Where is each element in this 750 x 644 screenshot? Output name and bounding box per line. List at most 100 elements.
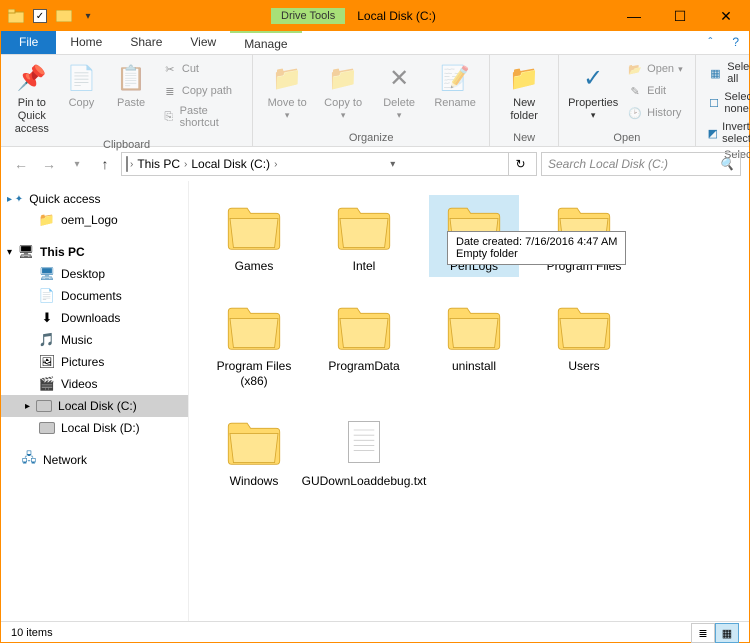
- copy-path-button[interactable]: ≣Copy path: [158, 81, 244, 101]
- history-icon: 🕑: [627, 105, 643, 121]
- search-icon[interactable]: 🔍: [719, 157, 734, 171]
- folder-icon: [332, 199, 396, 255]
- item-intel[interactable]: Intel: [319, 195, 409, 277]
- item-programdata[interactable]: ProgramData: [319, 295, 409, 392]
- ribbon: 📌Pin to Quick access 📄Copy 📋Paste ✂Cut ≣…: [1, 55, 749, 147]
- status-bar: 10 items ≣ ▦: [1, 621, 749, 644]
- help-button[interactable]: ?: [722, 31, 749, 54]
- path-icon: ≣: [162, 83, 178, 99]
- content-area[interactable]: GamesIntelPerfLogsProgram FilesProgram F…: [189, 181, 749, 621]
- nav-local-disk-c[interactable]: ▸Local Disk (C:): [1, 395, 188, 417]
- refresh-button[interactable]: ↻: [508, 153, 532, 175]
- tab-file[interactable]: File: [1, 31, 56, 54]
- edit-icon: ✎: [627, 83, 643, 99]
- item-gudownloaddebug-txt[interactable]: GUDownLoaddebug.txt: [319, 410, 409, 492]
- music-icon: 🎵: [39, 332, 55, 348]
- qat-dropdown[interactable]: ▾: [77, 5, 99, 27]
- file-icon: [332, 414, 396, 470]
- nav-music[interactable]: 🎵Music: [1, 329, 188, 351]
- item-label: Windows: [230, 474, 279, 488]
- properties-button[interactable]: ✓Properties▾: [567, 59, 619, 121]
- move-to-button[interactable]: 📁Move to▾: [261, 59, 313, 121]
- selectnone-icon: ☐: [708, 95, 721, 111]
- item-program-files-x86-[interactable]: Program Files (x86): [209, 295, 299, 392]
- invert-selection-button[interactable]: ◩Invert selection: [704, 119, 750, 147]
- item-games[interactable]: Games: [209, 195, 299, 277]
- close-button[interactable]: ✕: [703, 1, 749, 31]
- chevron-right-icon[interactable]: ›: [184, 159, 187, 170]
- explorer-icon[interactable]: [5, 5, 27, 27]
- nav-oem-logo[interactable]: 📁oem_Logo: [1, 209, 188, 231]
- pin-button[interactable]: 📌Pin to Quick access: [9, 59, 55, 137]
- item-label: ProgramData: [328, 359, 399, 373]
- chevron-right-icon[interactable]: ›: [130, 159, 133, 170]
- collapse-ribbon[interactable]: ˆ: [698, 31, 722, 54]
- nav-quick-access[interactable]: ▸ ✦Quick access: [1, 189, 188, 209]
- delete-icon: ✕: [383, 63, 415, 95]
- view-icons-button[interactable]: ▦: [715, 623, 739, 643]
- nav-this-pc[interactable]: ▾🖥This PC: [1, 241, 188, 263]
- address-dropdown[interactable]: ▾: [381, 153, 405, 175]
- item-label: Users: [568, 359, 599, 373]
- item-windows[interactable]: Windows: [209, 410, 299, 492]
- videos-icon: 🎬: [39, 376, 55, 392]
- nav-downloads[interactable]: ⬇Downloads: [1, 307, 188, 329]
- item-label: Intel: [353, 259, 376, 273]
- copy-to-button[interactable]: 📁Copy to▾: [317, 59, 369, 121]
- nav-desktop[interactable]: 🖥Desktop: [1, 263, 188, 285]
- properties-icon: ✓: [577, 63, 609, 95]
- nav-network[interactable]: 🖧Network: [1, 449, 188, 471]
- new-folder-icon: 📁: [508, 63, 540, 95]
- view-details-button[interactable]: ≣: [691, 623, 715, 643]
- nav-pictures[interactable]: 🖼Pictures: [1, 351, 188, 373]
- tab-manage[interactable]: Manage: [230, 31, 301, 54]
- chevron-right-icon[interactable]: ›: [274, 159, 277, 170]
- pin-icon: 📌: [16, 63, 48, 95]
- recent-dropdown[interactable]: ▾: [65, 152, 89, 176]
- item-count: 10 items: [11, 627, 53, 639]
- qat-folder-icon[interactable]: [53, 5, 75, 27]
- drive-icon: [39, 420, 55, 436]
- qat-checkbox[interactable]: ✓: [29, 5, 51, 27]
- shortcut-icon: ⎘: [162, 109, 176, 125]
- invert-icon: ◩: [708, 125, 719, 141]
- cut-button[interactable]: ✂Cut: [158, 59, 244, 79]
- folder-icon: [222, 414, 286, 470]
- history-button[interactable]: 🕑History: [623, 103, 686, 123]
- drive-tools-tab[interactable]: Drive Tools: [271, 8, 345, 24]
- copy-button[interactable]: 📄Copy: [59, 59, 105, 110]
- paste-button[interactable]: 📋Paste: [108, 59, 154, 110]
- tab-share[interactable]: Share: [116, 31, 176, 54]
- rename-button[interactable]: 📝Rename: [429, 59, 481, 110]
- tab-home[interactable]: Home: [56, 31, 116, 54]
- item-uninstall[interactable]: uninstall: [429, 295, 519, 392]
- search-input[interactable]: Search Local Disk (C:) 🔍: [541, 152, 741, 176]
- nav-local-disk-d[interactable]: Local Disk (D:): [1, 417, 188, 439]
- new-folder-button[interactable]: 📁New folder: [498, 59, 550, 123]
- paste-shortcut-button[interactable]: ⎘Paste shortcut: [158, 103, 244, 131]
- group-new-label: New: [498, 130, 550, 144]
- select-none-button[interactable]: ☐Select none: [704, 89, 750, 117]
- cut-icon: ✂: [162, 61, 178, 77]
- tab-view[interactable]: View: [176, 31, 230, 54]
- nav-videos[interactable]: 🎬Videos: [1, 373, 188, 395]
- delete-button[interactable]: ✕Delete▾: [373, 59, 425, 121]
- item-users[interactable]: Users: [539, 295, 629, 392]
- breadcrumb-localdisk[interactable]: Local Disk (C:): [189, 157, 272, 171]
- group-clipboard-label: Clipboard: [9, 137, 244, 151]
- item-label: Games: [235, 259, 274, 273]
- forward-button[interactable]: →: [37, 152, 61, 176]
- breadcrumb-thispc[interactable]: This PC: [135, 157, 182, 171]
- select-all-button[interactable]: ▦Select all: [704, 59, 750, 87]
- nav-documents[interactable]: 📄Documents: [1, 285, 188, 307]
- edit-button[interactable]: ✎Edit: [623, 81, 686, 101]
- back-button[interactable]: ←: [9, 152, 33, 176]
- minimize-button[interactable]: —: [611, 1, 657, 31]
- folder-icon: [552, 299, 616, 355]
- item-label: uninstall: [452, 359, 496, 373]
- ribbon-tabs: File Home Share View Manage ˆ ?: [1, 31, 749, 55]
- maximize-button[interactable]: ☐: [657, 1, 703, 31]
- up-button[interactable]: ↑: [93, 152, 117, 176]
- open-button[interactable]: 📂Open▾: [623, 59, 686, 79]
- breadcrumb[interactable]: › This PC › Local Disk (C:) › ▾ ↻: [121, 152, 537, 176]
